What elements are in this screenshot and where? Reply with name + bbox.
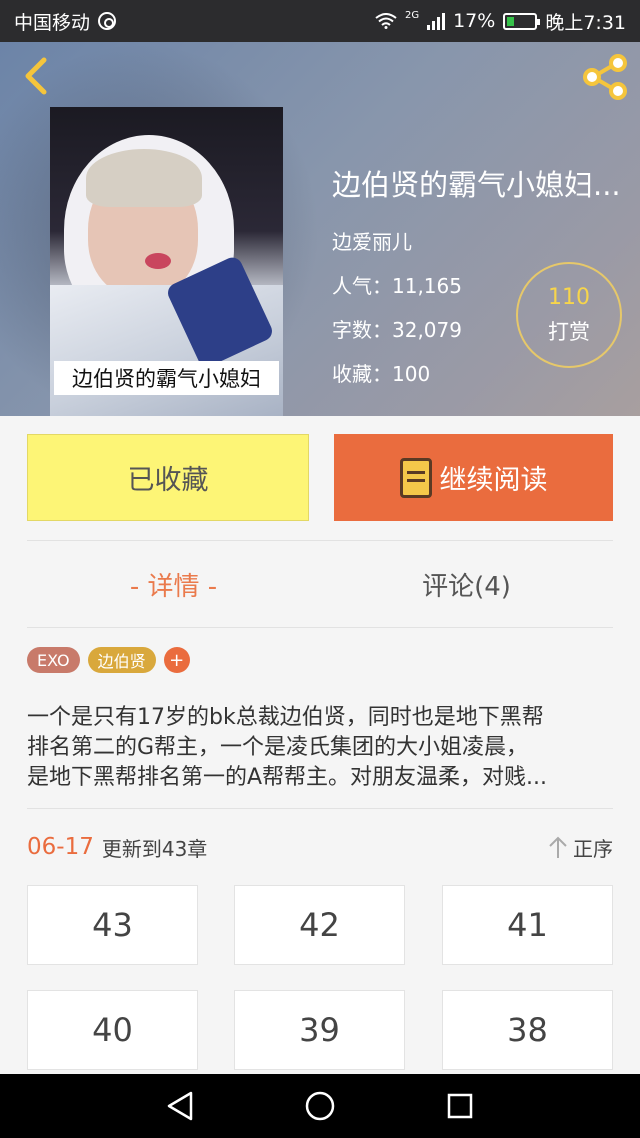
chapter-button[interactable]: 43 bbox=[27, 885, 198, 965]
reward-label: 打赏 bbox=[548, 319, 590, 344]
share-icon bbox=[583, 54, 627, 100]
signal-icon bbox=[427, 12, 446, 30]
tab-detail[interactable]: - 详情 - bbox=[27, 541, 320, 627]
reward-button[interactable]: 110 打赏 bbox=[516, 262, 622, 368]
chevron-left-icon bbox=[25, 57, 47, 95]
reward-count: 110 bbox=[548, 284, 590, 310]
chapter-button[interactable]: 38 bbox=[442, 990, 613, 1070]
back-button[interactable] bbox=[16, 56, 56, 96]
chapter-button[interactable]: 39 bbox=[234, 990, 405, 1070]
update-text: 更新到43章 bbox=[101, 836, 208, 861]
chapter-button[interactable]: 42 bbox=[234, 885, 405, 965]
chapter-button[interactable]: 40 bbox=[27, 990, 198, 1070]
wifi-icon bbox=[375, 13, 397, 29]
share-button[interactable] bbox=[580, 54, 630, 100]
circle-home-icon bbox=[305, 1091, 335, 1121]
collected-button[interactable]: 已收藏 bbox=[27, 434, 309, 521]
collected-label: 已收藏 bbox=[127, 465, 209, 496]
synopsis-line: 排名第二的G帮主，一个是凌氏集团的大小姐凌晨， bbox=[27, 735, 529, 760]
tab-comments[interactable]: 评论(4) bbox=[320, 541, 613, 627]
add-tag-button[interactable]: + bbox=[163, 647, 190, 673]
detail-tabs: - 详情 - 评论(4) bbox=[27, 541, 613, 627]
update-row: 06-17 更新到43章 正序 bbox=[27, 830, 613, 864]
synopsis-line: 是地下黑帮排名第一的A帮帮主。对朋友温柔，对贱... bbox=[27, 765, 548, 790]
arrow-up-icon bbox=[549, 836, 567, 858]
sort-order-label: 正序 bbox=[573, 836, 613, 861]
book-cover[interactable]: 边伯贤的霸气小媳妇 bbox=[50, 107, 283, 416]
book-icon bbox=[399, 457, 432, 498]
tag-exo[interactable]: EXO bbox=[27, 647, 80, 673]
action-buttons: 已收藏 继续阅读 bbox=[27, 434, 613, 521]
carrier-name: 中国移动 bbox=[14, 11, 91, 34]
sort-order-button[interactable]: 正序 bbox=[547, 830, 613, 864]
synopsis[interactable]: 一个是只有17岁的bk总裁边伯贤，同时也是地下黑帮 排名第二的G帮主，一个是凌氏… bbox=[27, 703, 617, 793]
battery-percent: 17% bbox=[453, 10, 496, 32]
nav-recents-button[interactable] bbox=[442, 1088, 478, 1124]
carrier-logo-icon bbox=[98, 12, 117, 30]
divider bbox=[27, 627, 613, 628]
nav-back-button[interactable] bbox=[162, 1088, 198, 1124]
status-bar: 中国移动 2G 17% 晚上7:31 bbox=[0, 0, 640, 42]
square-recents-icon bbox=[447, 1093, 473, 1119]
synopsis-line: 一个是只有17岁的bk总裁边伯贤，同时也是地下黑帮 bbox=[27, 705, 544, 730]
continue-reading-label: 继续阅读 bbox=[439, 465, 548, 496]
network-type: 2G bbox=[404, 9, 420, 21]
book-author[interactable]: 边爱丽儿 bbox=[332, 226, 632, 255]
system-nav-bar bbox=[0, 1074, 640, 1138]
tag-list: EXO 边伯贤 + bbox=[27, 647, 190, 673]
cover-caption: 边伯贤的霸气小媳妇 bbox=[54, 361, 279, 395]
divider bbox=[27, 808, 613, 809]
clock: 晚上7:31 bbox=[545, 11, 626, 34]
nav-home-button[interactable] bbox=[302, 1088, 338, 1124]
continue-reading-button[interactable]: 继续阅读 bbox=[334, 434, 613, 521]
book-header: 边伯贤的霸气小媳妇 边伯贤的霸气小媳妇... 边爱丽儿 人气：11,165 字数… bbox=[0, 42, 640, 416]
book-title: 边伯贤的霸气小媳妇... bbox=[332, 168, 621, 202]
chapter-button[interactable]: 41 bbox=[442, 885, 613, 965]
battery-icon bbox=[503, 12, 541, 30]
update-date: 06-17 bbox=[27, 834, 94, 860]
tag-baekhyun[interactable]: 边伯贤 bbox=[87, 647, 156, 673]
triangle-back-icon bbox=[167, 1091, 193, 1121]
